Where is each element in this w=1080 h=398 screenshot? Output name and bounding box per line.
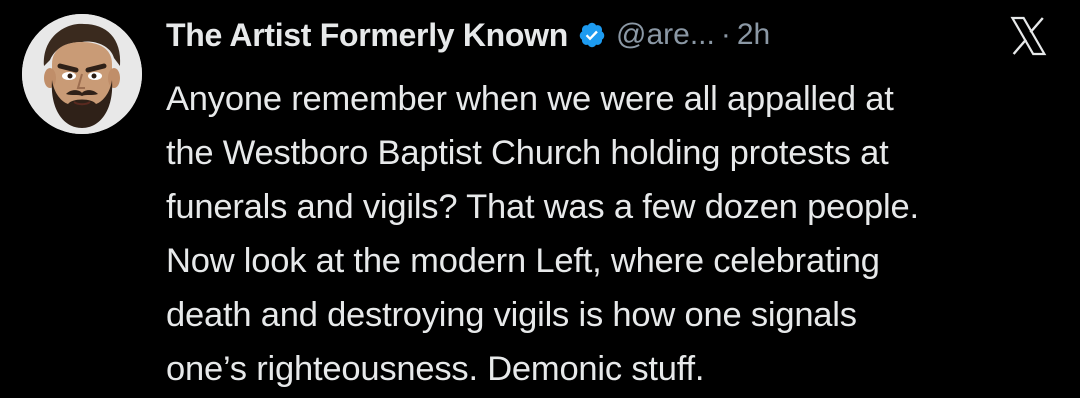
timestamp[interactable]: 2h — [737, 18, 770, 52]
tweet-text-line: death and destroying vigils is how one s… — [166, 296, 857, 334]
verified-badge-icon — [578, 21, 606, 49]
tweet-text: Anyone remember when we were all appalle… — [166, 72, 1066, 396]
tweet-text-line: funerals and vigils? That was a few doze… — [166, 188, 919, 226]
tweet-text-line: Now look at the modern Left, where celeb… — [166, 242, 880, 280]
user-handle[interactable]: @are... — [616, 18, 715, 52]
tweet-header: The Artist Formerly Known @are... · 2h — [166, 12, 770, 58]
avatar[interactable] — [22, 14, 142, 134]
display-name[interactable]: The Artist Formerly Known — [166, 17, 568, 54]
header-separator: · — [720, 18, 731, 51]
tweet[interactable]: The Artist Formerly Known @are... · 2h A… — [0, 0, 1080, 398]
tweet-text-line: Anyone remember when we were all appalle… — [166, 80, 894, 118]
tweet-text-line: one’s righteousness. Demonic stuff. — [166, 350, 705, 388]
x-logo-icon — [1004, 12, 1052, 60]
tweet-text-line: the Westboro Baptist Church holding prot… — [166, 134, 889, 172]
cartoon-bearded-man-avatar-icon — [22, 14, 142, 134]
